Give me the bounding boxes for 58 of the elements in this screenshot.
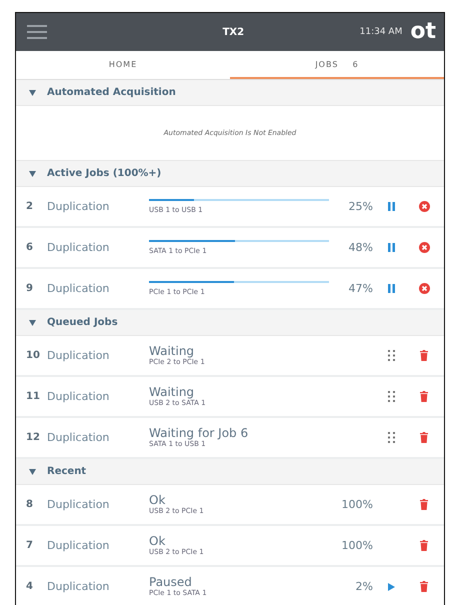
job-number: 2 [25,201,34,212]
job-type: Duplication [47,539,110,552]
clock-time: 11:34 AM [360,27,402,37]
job-status: Ok [149,534,166,548]
job-type: Duplication [47,349,110,362]
caret-icon [29,90,36,96]
job-status: Waiting [149,344,196,358]
section-header[interactable]: Automated Acquisition [16,80,444,106]
job-number: 4 [25,581,34,592]
caret-icon [29,320,36,326]
play-icon[interactable] [388,582,394,590]
caret-icon [29,170,36,176]
section-header[interactable]: Recent [16,459,444,485]
job-type: Duplication [47,498,110,511]
job-percent: 100% [340,539,373,552]
trash-icon[interactable] [420,499,428,510]
job-type: Duplication [47,580,110,593]
job-number: 8 [25,499,34,510]
section-header[interactable]: Queued Jobs [16,310,444,336]
trash-icon[interactable] [420,391,428,402]
cancel-icon[interactable] [418,242,430,253]
pause-icon[interactable] [388,284,394,293]
job-type: Duplication [47,241,110,254]
job-percent: 25% [348,200,373,213]
job-number: 7 [25,540,34,551]
menu-icon[interactable] [27,25,47,39]
job-number: 12 [25,432,41,443]
trash-icon[interactable] [420,540,428,551]
job-number: 9 [25,283,34,294]
cancel-icon[interactable] [418,283,430,294]
job-type: Duplication [47,200,110,213]
section-header[interactable]: Active Jobs (100%+) [16,161,444,187]
job-number: 11 [25,391,41,402]
job-type: Duplication [47,431,110,444]
cancel-icon[interactable] [418,201,430,212]
job-status: Paused [149,576,193,590]
job-type: Duplication [47,282,110,295]
job-percent: 48% [348,241,373,254]
drag-handle-icon[interactable] [388,391,394,402]
job-type: Duplication [47,390,110,403]
trash-icon[interactable] [420,350,428,361]
job-number: 6 [25,242,34,253]
trash-icon[interactable] [420,432,428,443]
job-percent: 2% [354,580,373,593]
caret-icon [29,468,36,474]
pause-icon[interactable] [388,202,394,211]
trash-icon[interactable] [420,581,428,592]
job-percent: 100% [340,498,373,511]
device-title: TX2 [222,26,246,38]
pause-icon[interactable] [388,243,394,252]
job-status: Waiting for Job 6 [149,426,250,440]
drag-handle-icon[interactable] [388,350,394,361]
logo: ot [410,21,436,43]
job-status: Ok [149,494,166,508]
job-number: 10 [25,350,41,361]
drag-handle-icon[interactable] [388,432,394,443]
job-percent: 47% [348,282,373,295]
job-status: Waiting [149,386,196,400]
